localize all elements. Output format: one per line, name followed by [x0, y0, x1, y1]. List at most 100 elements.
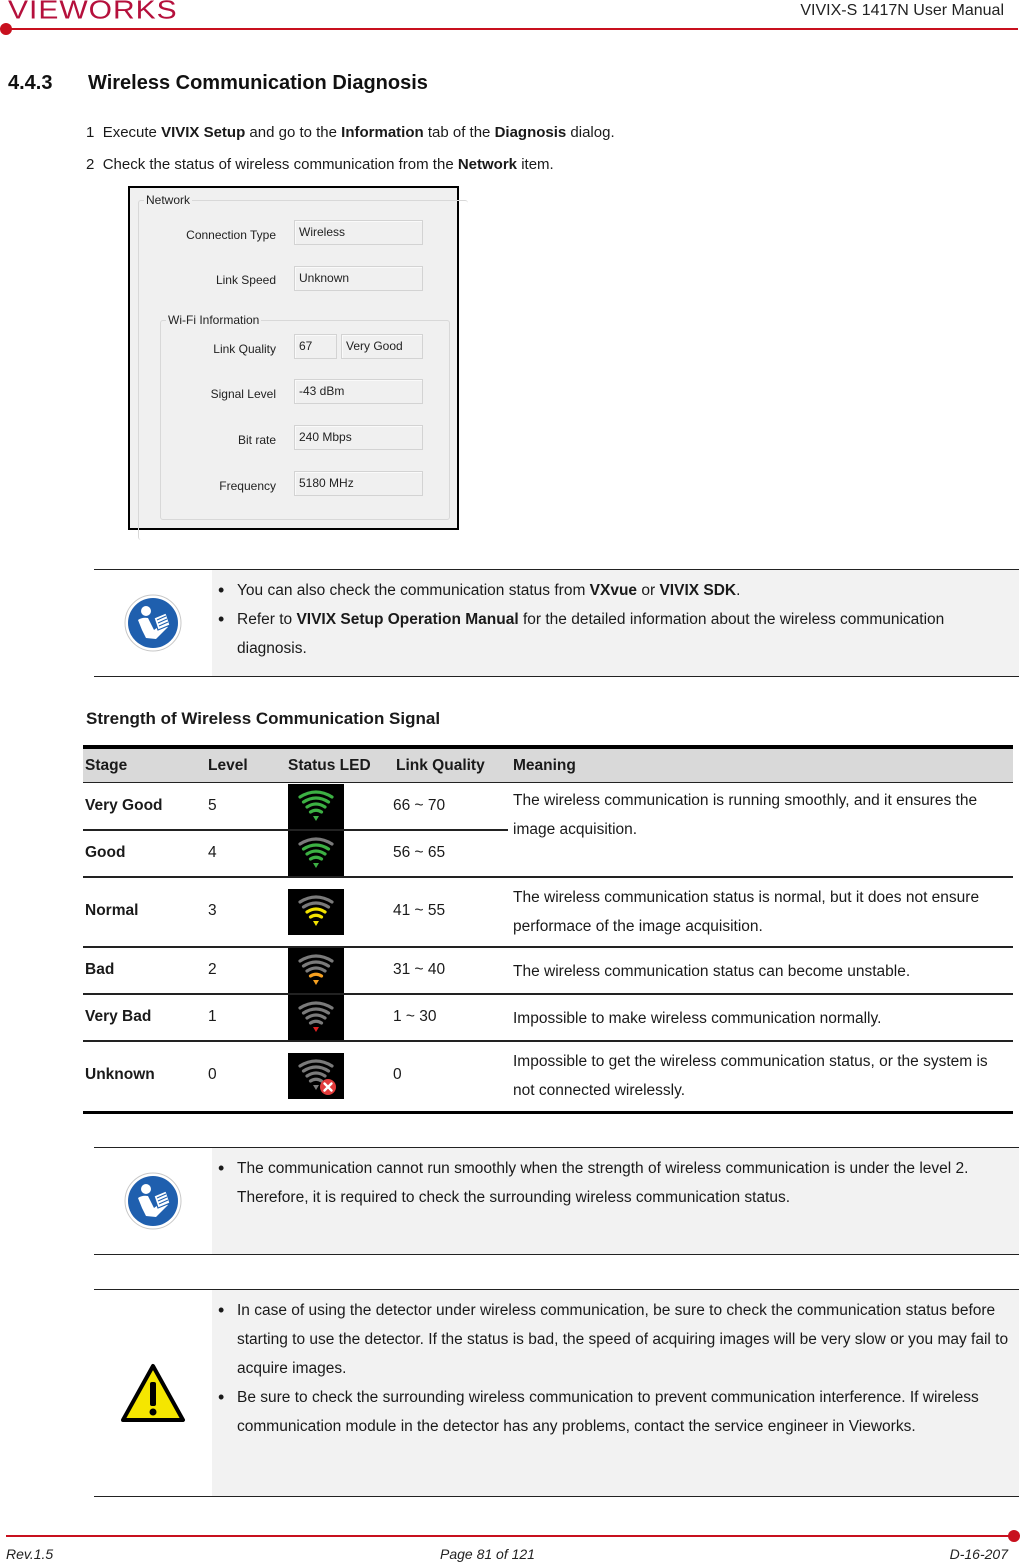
stage-cell: Very Bad	[85, 1008, 152, 1025]
step-text: dialog.	[566, 124, 615, 141]
stage-cell: Unknown	[85, 1066, 155, 1083]
header-level: Level	[208, 757, 248, 774]
step-number: 2	[86, 156, 95, 173]
note-item: In case of using the detector under wire…	[218, 1296, 1013, 1383]
frequency-field: 5180 MHz	[294, 471, 423, 496]
stage-cell: Normal	[85, 902, 139, 919]
link-quality-field: 67	[294, 334, 337, 359]
meaning-cell: Impossible to get the wireless communica…	[513, 1053, 988, 1099]
link-quality-rating-field: Very Good	[341, 334, 423, 359]
table-bottom-rule	[83, 1111, 1013, 1114]
footer-rule	[6, 1535, 1012, 1537]
warning-icon	[121, 1364, 185, 1422]
wifi-status-led-icon	[288, 889, 344, 935]
header-meaning: Meaning	[513, 757, 576, 774]
step-text: item.	[517, 156, 554, 173]
signal-level-label: Signal Level	[210, 387, 276, 401]
revision: Rev.1.5	[6, 1546, 54, 1562]
footer-dot	[1008, 1530, 1020, 1542]
info-note-1: You can also check the communication sta…	[94, 569, 1019, 677]
read-manual-icon	[124, 1172, 182, 1230]
bit-rate-field: 240 Mbps	[294, 425, 423, 450]
level-cell: 5	[208, 797, 217, 814]
level-cell: 3	[208, 902, 217, 919]
level-cell: 2	[208, 961, 217, 978]
section-number: 4.4.3	[8, 72, 53, 94]
link-quality-label: Link Quality	[213, 342, 276, 356]
step-text: tab of the	[423, 124, 495, 141]
document-title: VIVIX-S 1417N User Manual	[800, 2, 1004, 19]
item-name: Network	[457, 156, 518, 173]
header-link-quality: Link Quality	[396, 757, 485, 774]
note-item: Refer to VIVIX Setup Operation Manual fo…	[218, 605, 1013, 663]
wifi-status-led-icon	[288, 948, 344, 994]
link-speed-field: Unknown	[294, 266, 423, 291]
network-diagnosis-panel: Network Connection Type Wireless Link Sp…	[128, 186, 468, 540]
step-text: Execute	[102, 124, 162, 141]
table-header-row: Stage Level Status LED Link Quality Mean…	[83, 749, 1013, 783]
connection-type-label: Connection Type	[186, 228, 276, 242]
section-heading: 4.4.3 Wireless Communication Diagnosis	[8, 72, 428, 95]
table-row: Very Bad 1 1 ~ 30 Impossible to make wirele…	[83, 994, 1013, 1042]
link-speed-label: Link Speed	[215, 273, 276, 287]
table-row: Unknown 0 0 Impossible to get the wireless …	[83, 1041, 1013, 1111]
warning-note: In case of using the detector under wire…	[94, 1289, 1019, 1497]
link-quality-cell: 56 ~ 65	[393, 844, 446, 861]
step-text: Check the status of wireless communicati…	[102, 156, 458, 173]
wifi-status-led-icon	[288, 831, 344, 877]
note-icon-cell	[94, 1290, 212, 1496]
note-item: You can also check the communication sta…	[218, 576, 1013, 605]
note-item: Be sure to check the surrounding wireles…	[218, 1383, 1013, 1441]
dialog-name: Diagnosis	[494, 124, 567, 141]
connection-type-field: Wireless	[294, 220, 423, 245]
step-text: and go to the	[245, 124, 342, 141]
link-quality-cell: 0	[393, 1066, 402, 1083]
link-quality-cell: 66 ~ 70	[393, 797, 446, 814]
vieworks-logo: VIEWORKS	[8, 0, 178, 25]
level-cell: 4	[208, 844, 217, 861]
frequency-label: Frequency	[219, 479, 276, 493]
table-row: Bad 2 31 ~ 40 The wireless communication st…	[83, 947, 1013, 995]
note-item: The communication cannot run smoothly wh…	[218, 1154, 1013, 1212]
wifi-status-led-icon	[288, 784, 344, 830]
note-text: The communication cannot run smoothly wh…	[212, 1148, 1019, 1254]
table-title: Strength of Wireless Communication Signa…	[86, 709, 441, 728]
step-2: 2 Check the status of wireless communica…	[86, 156, 554, 173]
signal-level-field: -43 dBm	[294, 379, 423, 404]
note-text: In case of using the detector under wire…	[212, 1290, 1019, 1496]
wifi-status-led-icon	[288, 995, 344, 1041]
wifi-status-led-icon	[288, 1053, 344, 1099]
meaning-cell: The wireless communication status can be…	[513, 963, 911, 980]
tab-name: Information	[341, 124, 424, 141]
info-note-2: The communication cannot run smoothly wh…	[94, 1147, 1019, 1255]
app-name: VIVIX Setup	[161, 124, 246, 141]
header-rule	[6, 28, 1018, 30]
link-quality-cell: 41 ~ 55	[393, 902, 446, 919]
read-manual-icon	[124, 594, 182, 652]
wifi-group-label: Wi-Fi Information	[166, 313, 262, 327]
table-row: Very Good 5 66 ~ 70 The wireless communicat…	[83, 783, 1013, 838]
header-stage: Stage	[85, 757, 128, 774]
page-number: Page 81 of 121	[440, 1546, 535, 1562]
stage-cell: Good	[85, 844, 126, 861]
step-number: 1	[86, 124, 95, 141]
header-status-led: Status LED	[288, 757, 371, 774]
meaning-cell: Impossible to make wireless communicatio…	[513, 1010, 882, 1027]
step-1: 1 Execute VIVIX Setup and go to the Info…	[86, 124, 615, 141]
stage-cell: Very Good	[85, 797, 163, 814]
section-title: Wireless Communication Diagnosis	[88, 72, 428, 94]
level-cell: 0	[208, 1066, 217, 1083]
bit-rate-label: Bit rate	[237, 433, 276, 447]
stage-cell: Bad	[85, 961, 115, 978]
link-quality-cell: 31 ~ 40	[393, 961, 446, 978]
note-icon-cell	[94, 570, 212, 676]
table-row: Good 4 56 ~ 65	[83, 830, 1013, 878]
level-cell: 1	[208, 1008, 217, 1025]
meaning-cell: The wireless communication status is nor…	[513, 889, 980, 935]
note-text: You can also check the communication sta…	[212, 570, 1019, 676]
note-icon-cell	[94, 1148, 212, 1254]
table-row: Normal 3 41 ~ 55 The wireless communication…	[83, 877, 1013, 948]
network-group-label: Network	[144, 193, 193, 207]
link-quality-cell: 1 ~ 30	[393, 1008, 437, 1025]
document-id: D-16-207	[949, 1546, 1008, 1562]
